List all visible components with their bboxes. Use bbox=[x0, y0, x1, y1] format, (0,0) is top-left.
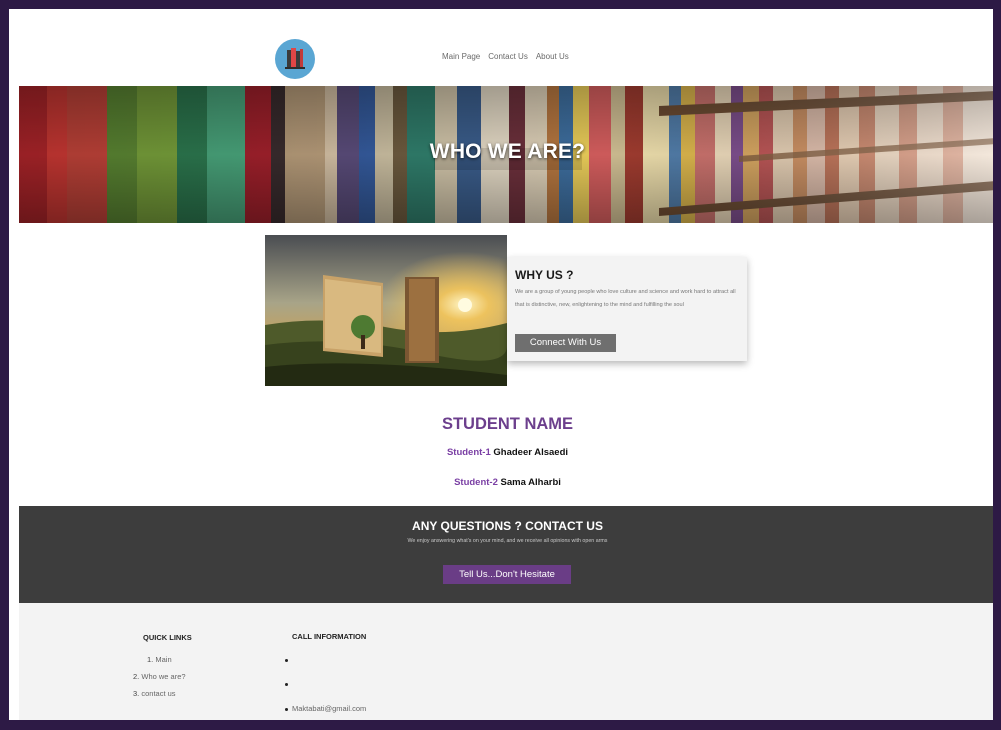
browser-frame: Main Page Contact Us About Us WHO WE ARE… bbox=[0, 0, 1001, 730]
student-name: Sama Alharbi bbox=[500, 477, 561, 488]
main-nav: Main Page Contact Us About Us bbox=[442, 52, 569, 61]
hero-banner: WHO WE ARE? bbox=[19, 86, 993, 223]
student-row: Student-2 Sama Alharbi bbox=[19, 477, 993, 488]
hero-title: WHO WE ARE? bbox=[429, 140, 586, 163]
connect-with-us-button[interactable]: Connect With Us bbox=[515, 334, 616, 352]
list-bullet bbox=[285, 708, 288, 711]
contact-text: We enjoy answering what's on your mind, … bbox=[407, 538, 608, 544]
contact-section: ANY QUESTIONS ? CONTACT US We enjoy answ… bbox=[19, 506, 993, 603]
tell-us-button[interactable]: Tell Us...Don't Hesitate bbox=[443, 565, 571, 584]
nav-about-us[interactable]: About Us bbox=[536, 52, 569, 61]
call-information-title: CALL INFORMATION bbox=[292, 632, 367, 641]
quick-links-title: QUICK LINKS bbox=[143, 633, 192, 642]
bookshelf-logo-icon[interactable] bbox=[275, 39, 315, 79]
quick-link-who-we-are[interactable]: 2. Who we are? bbox=[133, 672, 186, 681]
web-page: Main Page Contact Us About Us WHO WE ARE… bbox=[19, 19, 993, 720]
quick-link-contact-us[interactable]: 3. contact us bbox=[133, 689, 176, 698]
why-us-card: WHY US ? We are a group of young people … bbox=[507, 257, 747, 361]
nav-contact-us[interactable]: Contact Us bbox=[488, 52, 528, 61]
open-book-landscape-image bbox=[265, 235, 507, 386]
student-id: Student-2 bbox=[454, 477, 498, 488]
list-bullet bbox=[285, 683, 288, 686]
student-name: Ghadeer Alsaedi bbox=[493, 447, 569, 458]
list-bullet bbox=[285, 659, 288, 662]
student-id: Student-1 bbox=[446, 447, 491, 458]
why-us-text: We are a group of young people who love … bbox=[515, 289, 736, 308]
nav-main-page[interactable]: Main Page bbox=[442, 52, 480, 61]
student-name-heading: STUDENT NAME bbox=[441, 415, 574, 433]
student-row: Student-1 Ghadeer Alsaedi bbox=[19, 447, 993, 458]
footer: QUICK LINKS 1. Main 2. Who we are? 3. co… bbox=[19, 603, 993, 720]
why-us-title: WHY US ? bbox=[515, 268, 574, 282]
contact-email[interactable]: Maktabati@gmail.com bbox=[292, 704, 366, 713]
quick-link-main[interactable]: 1. Main bbox=[147, 655, 172, 664]
contact-title: ANY QUESTIONS ? CONTACT US bbox=[412, 519, 603, 533]
